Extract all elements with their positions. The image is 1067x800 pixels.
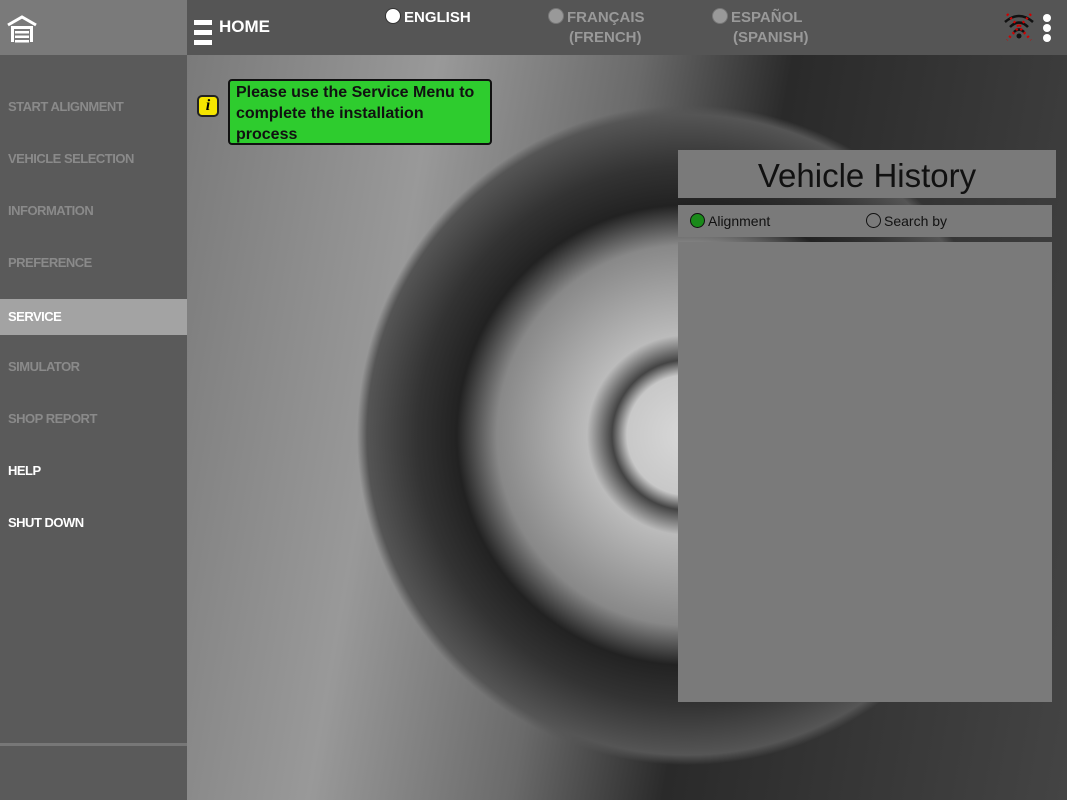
language-label: FRANÇAIS bbox=[567, 9, 645, 26]
top-bar: HOME ENGLISH FRANÇAIS (FRENCH) ESPAÑOL (… bbox=[187, 0, 1067, 55]
menu-button[interactable] bbox=[194, 20, 212, 46]
nav-preference[interactable]: PREFERENCE bbox=[0, 245, 187, 281]
garage-icon bbox=[7, 15, 37, 43]
wifi-disconnected-icon[interactable] bbox=[1003, 12, 1035, 42]
nav-start-alignment[interactable]: START ALIGNMENT bbox=[0, 89, 187, 125]
language-french[interactable]: FRANÇAIS (FRENCH) bbox=[548, 8, 645, 48]
radio-unselected-icon bbox=[548, 8, 564, 24]
option-label: Search by bbox=[884, 213, 948, 229]
vehicle-history-list[interactable] bbox=[678, 242, 1052, 702]
radio-selected-icon bbox=[690, 213, 705, 228]
garage-logo[interactable] bbox=[0, 0, 187, 55]
option-alignment[interactable]: Alignment bbox=[690, 213, 770, 229]
language-english[interactable]: ENGLISH bbox=[385, 8, 471, 28]
hamburger-icon bbox=[194, 20, 212, 45]
language-sub-label: (SPANISH) bbox=[733, 29, 809, 46]
info-icon: i bbox=[197, 95, 219, 117]
radio-unselected-icon bbox=[866, 213, 881, 228]
option-label: Alignment bbox=[708, 213, 771, 229]
service-notice: Please use the Service Menu to complete … bbox=[228, 79, 492, 145]
nav-help[interactable]: HELP bbox=[0, 453, 187, 489]
option-search-by[interactable]: Search by bbox=[866, 213, 947, 229]
vehicle-history-title: Vehicle History bbox=[678, 150, 1056, 198]
more-options-icon[interactable] bbox=[1043, 14, 1051, 42]
sidebar: START ALIGNMENT VEHICLE SELECTION INFORM… bbox=[0, 0, 187, 800]
language-sub-label: (FRENCH) bbox=[569, 29, 642, 46]
nav-shop-report[interactable]: SHOP REPORT bbox=[0, 401, 187, 437]
nav-simulator[interactable]: SIMULATOR bbox=[0, 349, 187, 385]
language-label: ENGLISH bbox=[404, 9, 471, 26]
radio-selected-icon bbox=[385, 8, 401, 24]
radio-unselected-icon bbox=[712, 8, 728, 24]
nav-shut-down[interactable]: SHUT DOWN bbox=[0, 505, 187, 541]
vehicle-history-options: Alignment Search by bbox=[678, 205, 1052, 237]
nav-information[interactable]: INFORMATION bbox=[0, 193, 187, 229]
language-spanish[interactable]: ESPAÑOL (SPANISH) bbox=[712, 8, 809, 48]
language-label: ESPAÑOL bbox=[731, 9, 803, 26]
sidebar-divider bbox=[0, 743, 187, 746]
home-label: HOME bbox=[219, 17, 270, 36]
nav-service[interactable]: SERVICE bbox=[0, 299, 187, 335]
nav-vehicle-selection[interactable]: VEHICLE SELECTION bbox=[0, 141, 187, 177]
